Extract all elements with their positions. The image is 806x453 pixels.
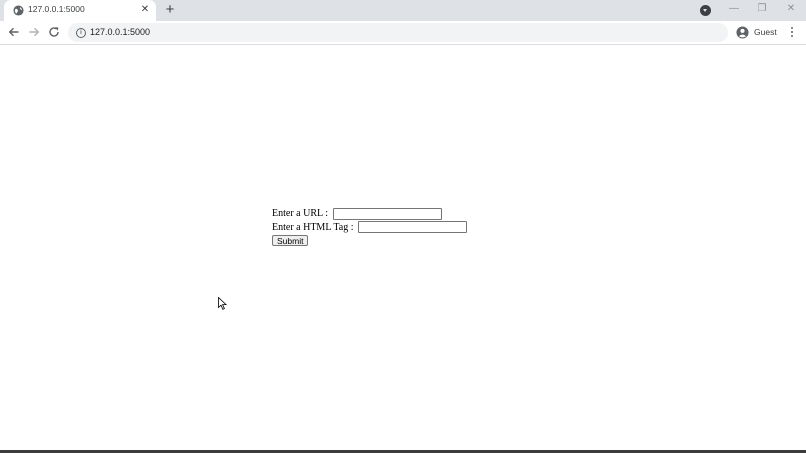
globe-icon bbox=[13, 5, 24, 16]
page-content: Enter a URL : Enter a HTML Tag : Submit bbox=[0, 45, 806, 450]
minimize-button[interactable]: — bbox=[724, 1, 744, 17]
kebab-menu-icon[interactable] bbox=[788, 25, 796, 39]
restore-button[interactable]: ❐ bbox=[752, 1, 772, 17]
tab-search-icon[interactable] bbox=[700, 5, 711, 16]
tab-close-icon[interactable]: ✕ bbox=[138, 3, 152, 17]
url-text[interactable]: 127.0.0.1:5000 bbox=[90, 27, 150, 37]
address-bar[interactable]: i 127.0.0.1:5000 bbox=[68, 23, 728, 42]
url-label: Enter a URL : bbox=[272, 208, 329, 219]
profile-button[interactable]: Guest bbox=[733, 23, 781, 42]
url-row: Enter a URL : bbox=[272, 207, 467, 221]
close-window-button[interactable]: ✕ bbox=[781, 1, 801, 17]
reload-icon[interactable] bbox=[47, 25, 61, 39]
tag-input[interactable] bbox=[358, 221, 467, 234]
back-arrow-icon[interactable] bbox=[7, 25, 21, 39]
tag-row: Enter a HTML Tag : bbox=[272, 221, 467, 235]
submit-button[interactable]: Submit bbox=[272, 235, 309, 246]
url-input[interactable] bbox=[332, 207, 442, 220]
mouse-cursor-icon bbox=[218, 297, 227, 310]
browser-toolbar: i 127.0.0.1:5000 Guest bbox=[0, 21, 806, 45]
tab-title: 127.0.0.1:5000 bbox=[28, 4, 85, 14]
new-tab-button[interactable]: + bbox=[162, 2, 178, 18]
browser-tab[interactable]: 127.0.0.1:5000 ✕ bbox=[4, 0, 156, 21]
forward-arrow-icon[interactable] bbox=[27, 25, 41, 39]
info-icon[interactable]: i bbox=[76, 28, 86, 38]
tag-label: Enter a HTML Tag : bbox=[272, 221, 354, 233]
tab-strip: 127.0.0.1:5000 ✕ + — ❐ ✕ bbox=[0, 0, 806, 21]
scrape-form: Enter a URL : Enter a HTML Tag : Submit bbox=[272, 207, 467, 248]
submit-row: Submit bbox=[272, 234, 467, 248]
profile-label: Guest bbox=[754, 27, 777, 37]
avatar-icon bbox=[736, 26, 749, 39]
